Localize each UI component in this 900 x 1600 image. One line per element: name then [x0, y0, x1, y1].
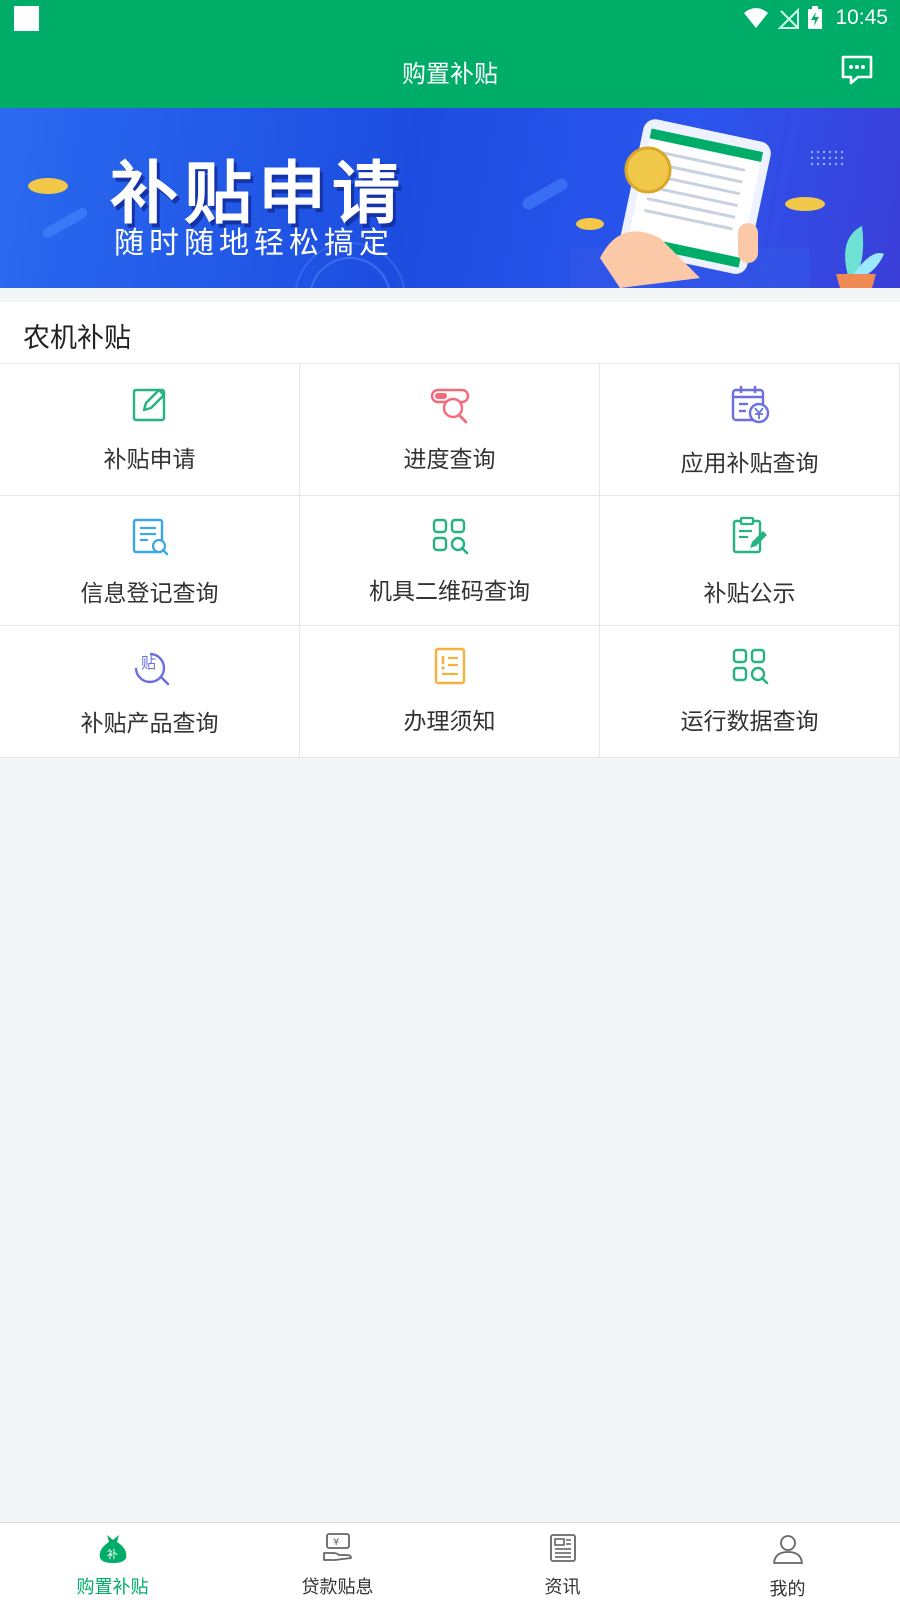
grid-item-label: 补贴公示 — [703, 581, 796, 607]
section-title: 农机补贴 — [23, 323, 131, 354]
money-bag-icon: 补 — [99, 1535, 126, 1563]
grid-row: 贴 补贴产品查询 办理须知 运行数据查询 — [0, 626, 900, 758]
calendar-yuan-icon — [731, 386, 769, 424]
nav-item-purchase-subsidy[interactable]: 补 购置补贴 — [0, 1523, 225, 1600]
grid-item-handling-notice[interactable]: 办理须知 — [300, 626, 600, 757]
nav-label: 我的 — [769, 1579, 806, 1600]
grid-item-info-registration-query[interactable]: 信息登记查询 — [0, 496, 300, 625]
promo-banner[interactable]: 补贴申请 随时随地轻松搞定 — [0, 108, 900, 288]
user-icon — [772, 1535, 803, 1564]
wifi-icon — [744, 8, 769, 28]
grid-item-subsidy-product-query[interactable]: 贴 补贴产品查询 — [0, 626, 300, 757]
banner-subtitle: 随时随地轻松搞定 — [114, 226, 394, 261]
grid-item-label: 机具二维码查询 — [369, 579, 530, 605]
grid-item-label: 办理须知 — [403, 709, 496, 735]
svg-text:补: 补 — [107, 1548, 118, 1561]
grid-item-subsidy-apply[interactable]: 补贴申请 — [0, 364, 300, 495]
svg-text:贴: 贴 — [141, 654, 156, 672]
grid-item-runtime-data-query[interactable]: 运行数据查询 — [600, 626, 900, 757]
grid-search-icon — [732, 648, 768, 685]
status-bar: 10:45 — [0, 0, 900, 36]
battery-charging-icon — [808, 6, 823, 29]
svg-text:¥: ¥ — [333, 1537, 339, 1548]
news-icon — [549, 1534, 576, 1562]
nav-item-news[interactable]: 资讯 — [450, 1523, 675, 1600]
progress-search-icon — [430, 388, 469, 424]
nav-label: 资讯 — [544, 1577, 581, 1598]
notice-edit-icon — [732, 516, 767, 554]
loan-hand-icon: ¥ — [322, 1533, 352, 1561]
grid-item-progress-query[interactable]: 进度查询 — [300, 364, 600, 495]
grid-item-label: 运行数据查询 — [680, 709, 819, 735]
grid-item-label: 补贴申请 — [103, 447, 196, 473]
grid-row: 信息登记查询 机具二维码查询 补贴公示 — [0, 496, 900, 626]
service-grid: 补贴申请 进度查询 应用补贴查询 信息登记查询 机具二维码查询 补贴公示 贴 补… — [0, 364, 900, 758]
grid-item-label: 进度查询 — [403, 447, 496, 473]
nav-item-mine[interactable]: 我的 — [675, 1523, 900, 1600]
nav-label: 贷款贴息 — [301, 1577, 374, 1598]
message-icon[interactable] — [840, 54, 874, 86]
page-title: 购置补贴 — [402, 60, 498, 88]
section-header: 农机补贴 — [0, 302, 900, 364]
notice-list-icon — [434, 647, 465, 685]
bottom-nav: 补 购置补贴 ¥ 贷款贴息 资讯 我的 — [0, 1522, 900, 1600]
subsidy-product-search-icon: 贴 — [134, 652, 169, 686]
grid-item-subsidy-notice[interactable]: 补贴公示 — [600, 496, 900, 625]
grid-item-label: 应用补贴查询 — [680, 451, 819, 477]
grid-item-label: 信息登记查询 — [80, 581, 219, 607]
nav-item-loan-interest[interactable]: ¥ 贷款贴息 — [225, 1523, 450, 1600]
status-time: 10:45 — [835, 6, 888, 29]
grid-item-app-subsidy-query[interactable]: 应用补贴查询 — [600, 364, 900, 495]
app-header: 购置补贴 — [0, 36, 900, 108]
grid-item-label: 补贴产品查询 — [80, 711, 219, 737]
no-signal-icon — [778, 7, 800, 29]
status-icons: 10:45 — [743, 4, 888, 32]
document-search-icon — [132, 518, 168, 556]
grid-item-qrcode-query[interactable]: 机具二维码查询 — [300, 496, 600, 625]
notification-square-icon — [14, 6, 39, 31]
grid-row: 补贴申请 进度查询 应用补贴查询 — [0, 364, 900, 496]
qrcode-search-icon — [432, 518, 468, 555]
edit-icon — [132, 388, 165, 422]
nav-label: 购置补贴 — [76, 1577, 149, 1598]
